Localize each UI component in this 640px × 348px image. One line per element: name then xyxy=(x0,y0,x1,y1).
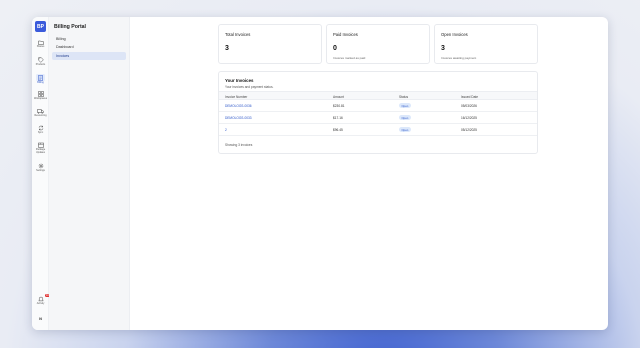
stat-value: 3 xyxy=(225,45,229,52)
rail-item-resourcing[interactable]: Resourcing xyxy=(32,108,49,118)
invoices-subtitle: Your invoices and payment status. xyxy=(225,85,274,89)
stat-title: Open Invoices xyxy=(441,32,468,37)
issued-date: 16/12/2025 xyxy=(461,116,477,120)
rail-label: Products xyxy=(35,63,46,66)
invoices-title: Your Invoices xyxy=(225,78,254,83)
nav-item-invoices[interactable]: Invoices xyxy=(52,52,126,60)
nav-item-billing[interactable]: Billing xyxy=(52,35,126,43)
stat-value: 3 xyxy=(441,45,445,52)
column-header[interactable]: Invoice Number xyxy=(225,95,247,99)
column-header[interactable]: Issued Date xyxy=(461,95,478,99)
rail-label: Settings xyxy=(36,169,45,172)
invoice-amount: $17.16 xyxy=(333,116,343,120)
rail-label: Sync xyxy=(37,131,44,134)
rail-label: Resourcing xyxy=(34,114,47,117)
nav-item-dashboard[interactable]: Dashboard xyxy=(52,43,126,51)
app-window: BP Shares Products Billing Workspaces Re… xyxy=(32,17,608,330)
invoice-number-link[interactable]: DEMOLOGS-0036 xyxy=(225,104,252,108)
invoices-table-card: Your Invoices Your invoices and payment … xyxy=(218,71,538,154)
panel-title: Billing Portal xyxy=(54,24,86,30)
table-row[interactable]: DEMOLOGS-0033 $17.16 Open 16/12/2025 xyxy=(219,112,537,124)
issued-date: 05/12/2025 xyxy=(461,128,477,132)
stat-title: Paid Invoices xyxy=(333,32,358,37)
stat-card-total: Total Invoices 3 xyxy=(218,24,322,64)
invoice-number-link[interactable]: 2 xyxy=(225,128,227,132)
rail-label: Billing xyxy=(37,81,44,84)
table-header: Invoice Number Amount Status Issued Date xyxy=(219,91,537,100)
status-badge: Open xyxy=(399,115,411,121)
column-header[interactable]: Amount xyxy=(333,95,344,99)
invoice-amount: $230.81 xyxy=(333,104,345,108)
icon-rail: BP Shares Products Billing Workspaces Re… xyxy=(32,17,50,330)
stat-card-paid: Paid Invoices 0 Invoices marked as paid xyxy=(326,24,430,64)
stat-subtitle: Invoices marked as paid xyxy=(333,56,366,60)
invoice-amount: $96.45 xyxy=(333,128,343,132)
rail-item-shares[interactable]: Shares xyxy=(32,39,49,49)
rail-item-workspaces[interactable]: Workspaces xyxy=(32,91,49,101)
stat-card-open: Open Invoices 3 Invoices awaiting paymen… xyxy=(434,24,538,64)
invoice-number-link[interactable]: DEMOLOGS-0033 xyxy=(225,116,252,120)
avatar-initials: N xyxy=(39,317,42,321)
column-header[interactable]: Status xyxy=(399,95,408,99)
stat-title: Total Invoices xyxy=(225,32,251,37)
rail-label: Shares xyxy=(36,45,45,48)
table-row[interactable]: 2 $96.45 Open 05/12/2025 xyxy=(219,124,537,136)
rail-item-settings[interactable]: Settings xyxy=(32,163,49,173)
status-badge: Open xyxy=(399,127,411,133)
stat-subtitle: Invoices awaiting payment xyxy=(441,56,477,60)
stat-value: 0 xyxy=(333,45,337,52)
app-logo[interactable]: BP xyxy=(35,21,46,32)
secondary-nav-panel: Billing Portal Billing Dashboard Invoice… xyxy=(49,17,130,330)
rail-item-billing[interactable]: Billing xyxy=(32,74,49,85)
bell-icon: 10 xyxy=(37,294,50,302)
main-content: Total Invoices 3 Paid Invoices 0 Invoice… xyxy=(130,17,608,330)
table-row[interactable]: DEMOLOGS-0036 $230.81 Open 05/03/2026 xyxy=(219,100,537,112)
rail-item-activity[interactable]: 10 Activity xyxy=(32,294,50,306)
rail-label: Activity xyxy=(36,302,45,305)
table-footer: Showing 3 invoices xyxy=(225,143,253,147)
status-badge: Open xyxy=(399,103,411,109)
rail-label: Package Updates xyxy=(35,148,46,154)
rail-item-package-updates[interactable]: Package Updates xyxy=(32,142,49,154)
rail-item-sync[interactable]: Sync xyxy=(32,125,49,135)
user-avatar[interactable]: N xyxy=(32,317,49,322)
rail-item-products[interactable]: Products xyxy=(32,57,49,67)
issued-date: 05/03/2026 xyxy=(461,104,477,108)
rail-label: Workspaces xyxy=(33,97,48,100)
invoice-icon xyxy=(36,74,45,81)
